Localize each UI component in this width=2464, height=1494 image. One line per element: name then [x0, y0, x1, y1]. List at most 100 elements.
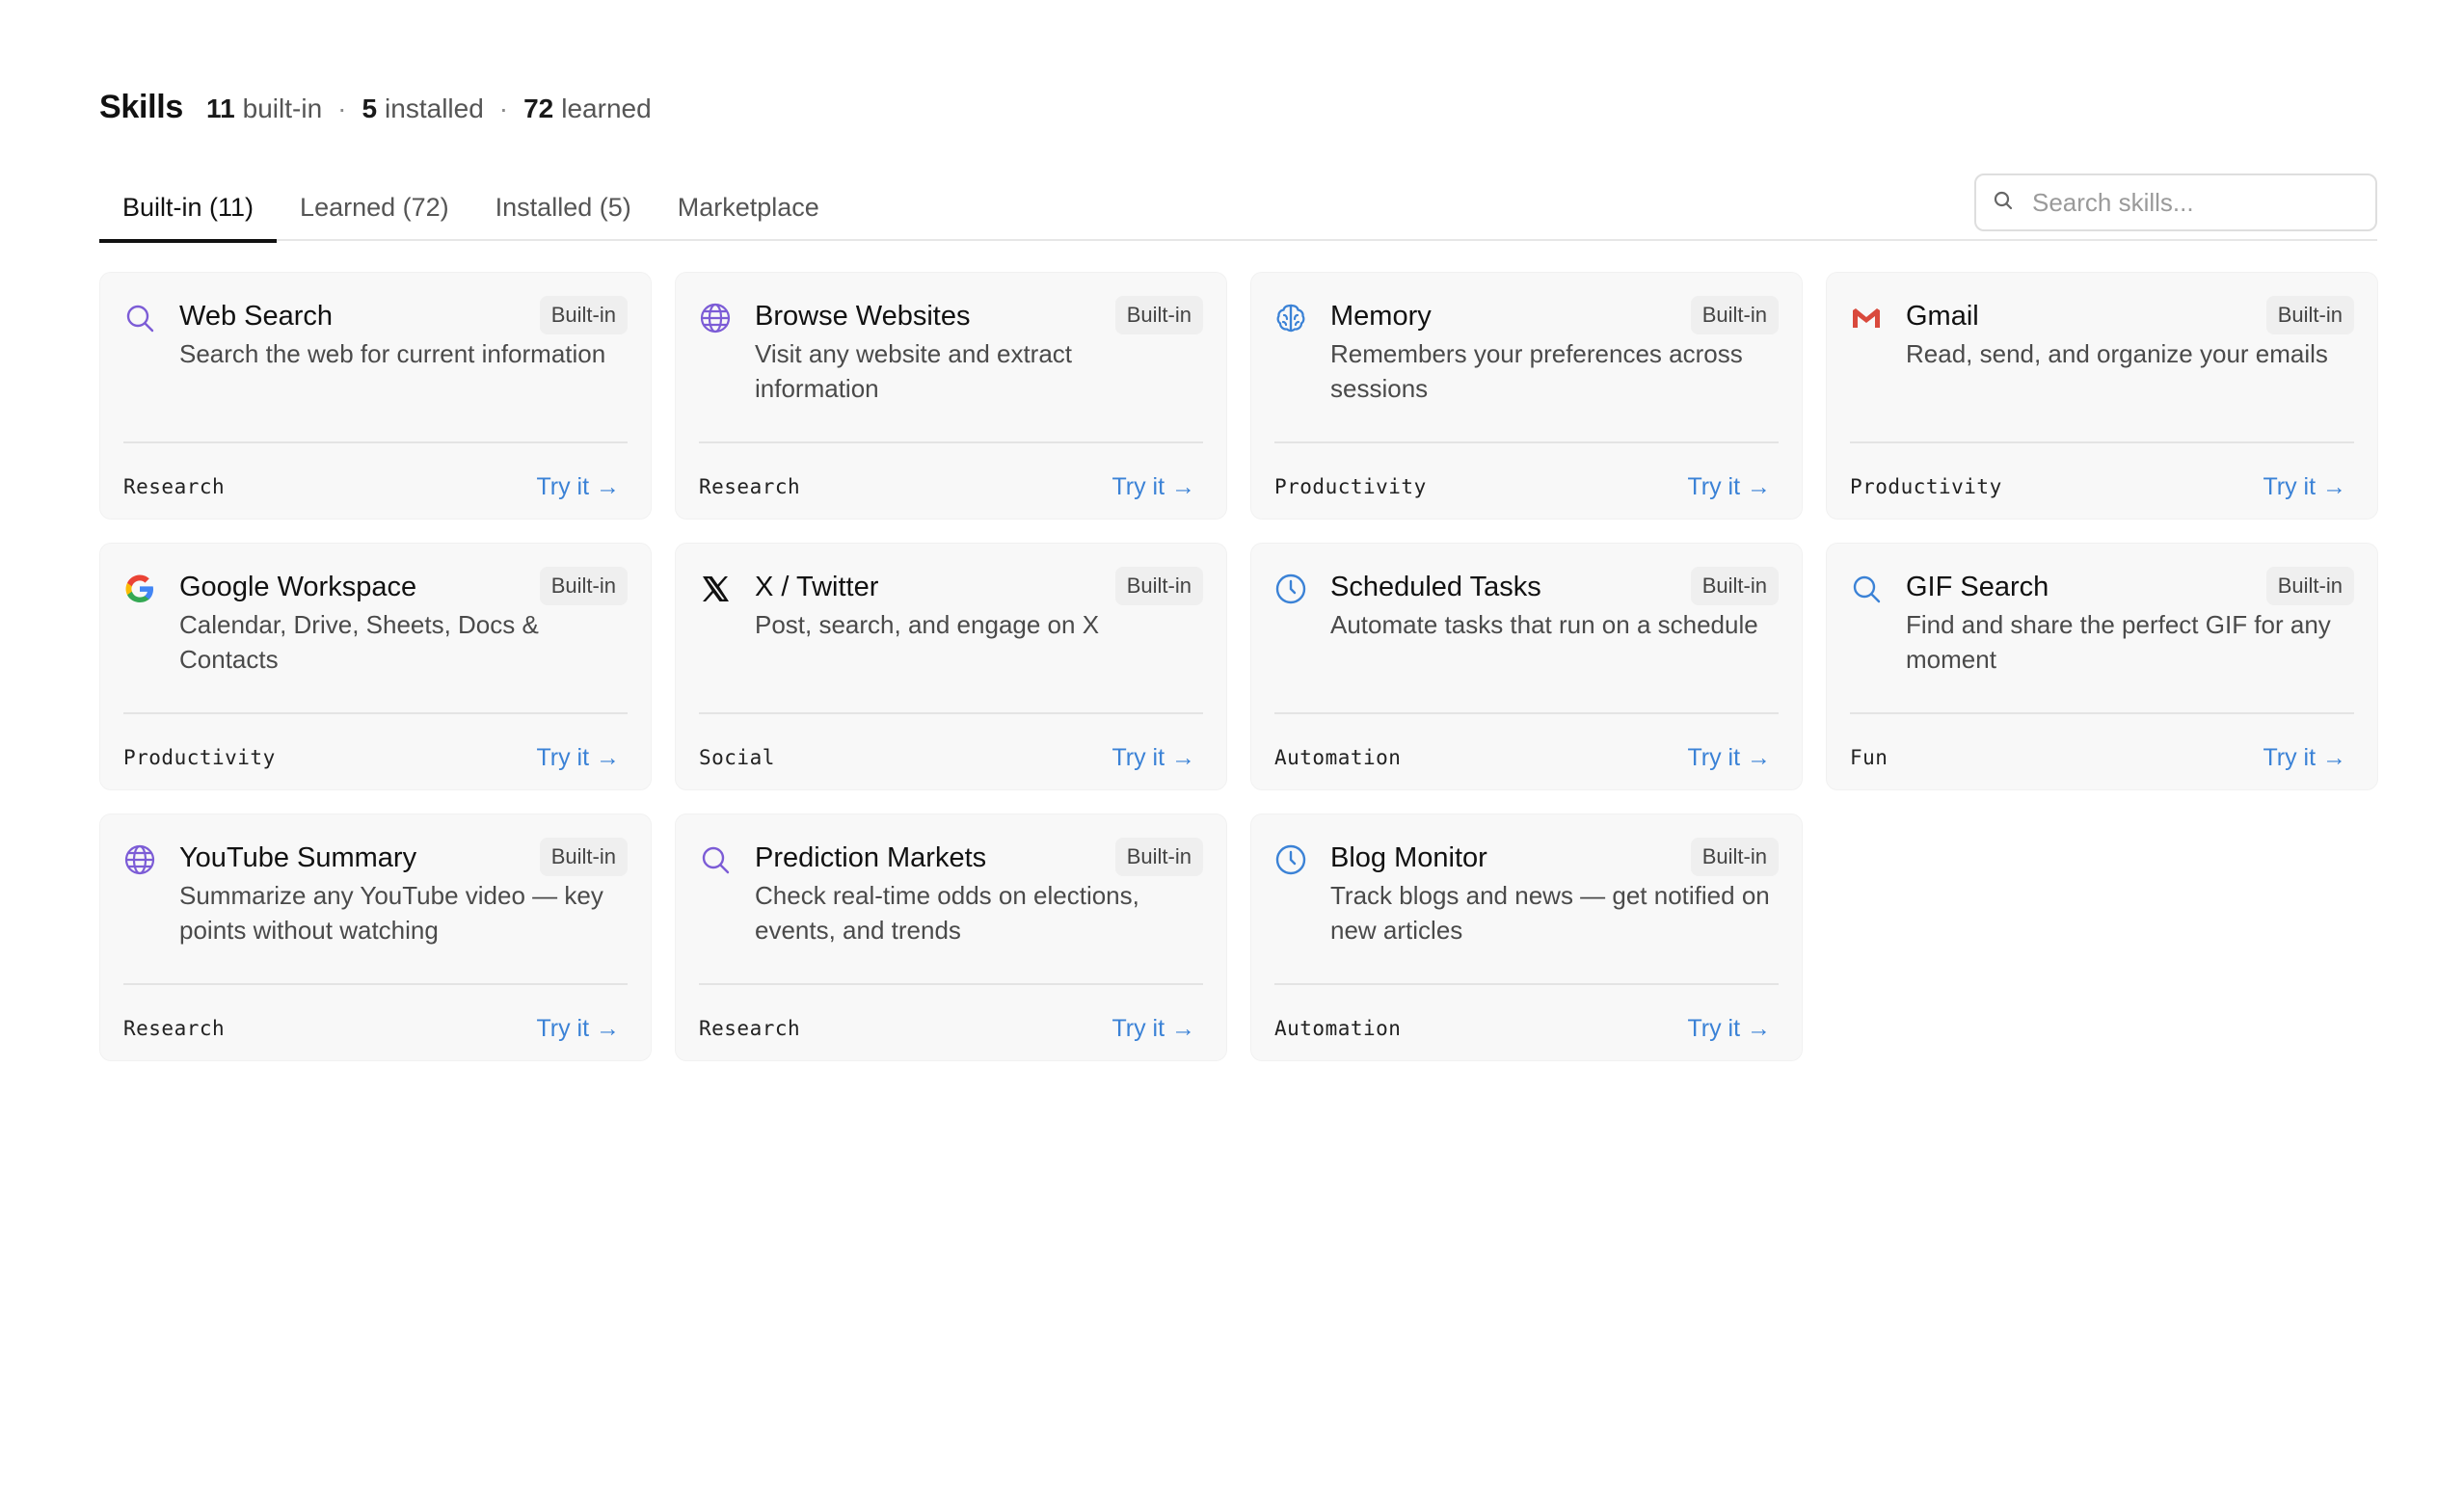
try-it-link[interactable]: Try it →: [1687, 1015, 1771, 1043]
skill-card-footer: Research Try it →: [699, 985, 1203, 1072]
skill-card-header: Browse Websites Visit any website and ex…: [699, 296, 1203, 443]
stat-installed: 5 installed: [362, 93, 484, 123]
search-icon: [1992, 189, 2015, 217]
tab-installed[interactable]: Installed (5): [472, 179, 655, 241]
skill-category: Productivity: [1850, 475, 2002, 498]
skill-category: Research: [123, 1017, 226, 1040]
skill-category: Research: [123, 475, 226, 498]
skill-card-scheduled-tasks[interactable]: Scheduled Tasks Automate tasks that run …: [1250, 543, 1803, 790]
built-in-badge: Built-in: [1690, 567, 1779, 605]
skill-category: Automation: [1274, 746, 1402, 769]
built-in-badge: Built-in: [1114, 567, 1203, 605]
skill-description: Read, send, and organize your emails: [1906, 339, 2328, 368]
skill-card-x-twitter[interactable]: X / Twitter Post, search, and engage on …: [675, 543, 1227, 790]
try-it-link[interactable]: Try it →: [2263, 473, 2346, 501]
skill-card-youtube-summary[interactable]: YouTube Summary Summarize any YouTube vi…: [99, 814, 652, 1061]
page-header: Skills 11 built-in · 5 installed · 72 learn…: [99, 89, 652, 126]
search-icon: [123, 302, 156, 334]
skill-card-footer: Research Try it →: [123, 985, 628, 1072]
try-it-link[interactable]: Try it →: [1687, 473, 1771, 501]
built-in-badge: Built-in: [1690, 296, 1779, 334]
skill-description: Search the web for current information: [179, 339, 606, 368]
tab-built-in[interactable]: Built-in (11): [99, 179, 278, 243]
skill-card-google-workspace[interactable]: Google Workspace Calendar, Drive, Sheets…: [99, 543, 652, 790]
skill-card-header: X / Twitter Post, search, and engage on …: [699, 567, 1203, 714]
search-box[interactable]: [1974, 173, 2377, 231]
try-it-link[interactable]: Try it →: [536, 1015, 620, 1043]
try-it-link[interactable]: Try it →: [1111, 473, 1195, 501]
skill-card-footer: Research Try it →: [123, 443, 628, 530]
skills-grid: Web Search Search the web for current in…: [99, 272, 2378, 1061]
skill-card-header: YouTube Summary Summarize any YouTube vi…: [123, 838, 628, 985]
skill-category: Productivity: [1274, 475, 1427, 498]
skill-card-web-search[interactable]: Web Search Search the web for current in…: [99, 272, 652, 520]
built-in-badge: Built-in: [1114, 296, 1203, 334]
stat-separator: ·: [337, 93, 347, 123]
google-icon: [123, 573, 156, 605]
skill-card-header: Web Search Search the web for current in…: [123, 296, 628, 443]
globe-icon: [699, 302, 732, 334]
skill-description: Post, search, and engage on X: [755, 610, 1100, 639]
try-it-link[interactable]: Try it →: [1687, 744, 1771, 772]
built-in-badge: Built-in: [2265, 567, 2354, 605]
skill-card-footer: Research Try it →: [699, 443, 1203, 530]
skill-card-footer: Automation Try it →: [1274, 985, 1779, 1072]
brain-icon: [1274, 302, 1307, 334]
page-title: Skills: [99, 89, 184, 125]
skill-description: Automate tasks that run on a schedule: [1330, 610, 1758, 639]
stat-separator: ·: [498, 93, 509, 123]
try-it-link[interactable]: Try it →: [1111, 744, 1195, 772]
tab-learned[interactable]: Learned (72): [277, 179, 472, 241]
gmail-icon: [1850, 302, 1883, 334]
skill-description: Check real-time odds on elections, event…: [755, 881, 1139, 945]
skill-card-prediction-markets[interactable]: Prediction Markets Check real-time odds …: [675, 814, 1227, 1061]
skill-card-gif-search[interactable]: GIF Search Find and share the perfect GI…: [1826, 543, 2378, 790]
skill-category: Social: [699, 746, 775, 769]
try-it-link[interactable]: Try it →: [536, 744, 620, 772]
skill-category: Research: [699, 475, 801, 498]
skill-card-memory[interactable]: Memory Remembers your preferences across…: [1250, 272, 1803, 520]
search-icon: [699, 843, 732, 876]
skill-card-footer: Productivity Try it →: [1274, 443, 1779, 530]
skill-card-header: GIF Search Find and share the perfect GI…: [1850, 567, 2354, 714]
skill-card-footer: Productivity Try it →: [123, 714, 628, 801]
try-it-link[interactable]: Try it →: [536, 473, 620, 501]
skill-card-header: Google Workspace Calendar, Drive, Sheets…: [123, 567, 628, 714]
skill-description: Track blogs and news — get notified on n…: [1330, 881, 1770, 945]
skill-card-header: Memory Remembers your preferences across…: [1274, 296, 1779, 443]
clock-icon: [1274, 843, 1307, 876]
clock-icon: [1274, 573, 1307, 605]
skill-card-browse-websites[interactable]: Browse Websites Visit any website and ex…: [675, 272, 1227, 520]
built-in-badge: Built-in: [1114, 838, 1203, 876]
built-in-badge: Built-in: [539, 567, 628, 605]
skill-card-header: Blog Monitor Track blogs and news — get …: [1274, 838, 1779, 985]
skill-category: Research: [699, 1017, 801, 1040]
skill-category: Fun: [1850, 746, 1888, 769]
skill-description: Visit any website and extract informatio…: [755, 339, 1073, 403]
skill-description: Remembers your preferences across sessio…: [1330, 339, 1743, 403]
skill-description: Summarize any YouTube video — key points…: [179, 881, 603, 945]
x-logo-icon: [699, 573, 732, 605]
try-it-link[interactable]: Try it →: [1111, 1015, 1195, 1043]
skill-card-footer: Productivity Try it →: [1850, 443, 2354, 530]
skill-category: Productivity: [123, 746, 276, 769]
skill-category: Automation: [1274, 1017, 1402, 1040]
skill-card-header: Gmail Read, send, and organize your emai…: [1850, 296, 2354, 443]
globe-icon: [123, 843, 156, 876]
skill-card-header: Prediction Markets Check real-time odds …: [699, 838, 1203, 985]
stat-built-in: 11 built-in: [206, 93, 323, 123]
built-in-badge: Built-in: [2265, 296, 2354, 334]
search-icon: [1850, 573, 1883, 605]
try-it-link[interactable]: Try it →: [2263, 744, 2346, 772]
built-in-badge: Built-in: [539, 296, 628, 334]
skill-card-blog-monitor[interactable]: Blog Monitor Track blogs and news — get …: [1250, 814, 1803, 1061]
built-in-badge: Built-in: [1690, 838, 1779, 876]
skill-card-gmail[interactable]: Gmail Read, send, and organize your emai…: [1826, 272, 2378, 520]
search-input[interactable]: [2032, 187, 2360, 218]
skill-stats: 11 built-in · 5 installed · 72 learned: [206, 93, 652, 124]
skill-card-footer: Fun Try it →: [1850, 714, 2354, 801]
skill-card-header: Scheduled Tasks Automate tasks that run …: [1274, 567, 1779, 714]
tab-marketplace[interactable]: Marketplace: [655, 179, 843, 241]
built-in-badge: Built-in: [539, 838, 628, 876]
stat-learned: 72 learned: [523, 93, 652, 123]
